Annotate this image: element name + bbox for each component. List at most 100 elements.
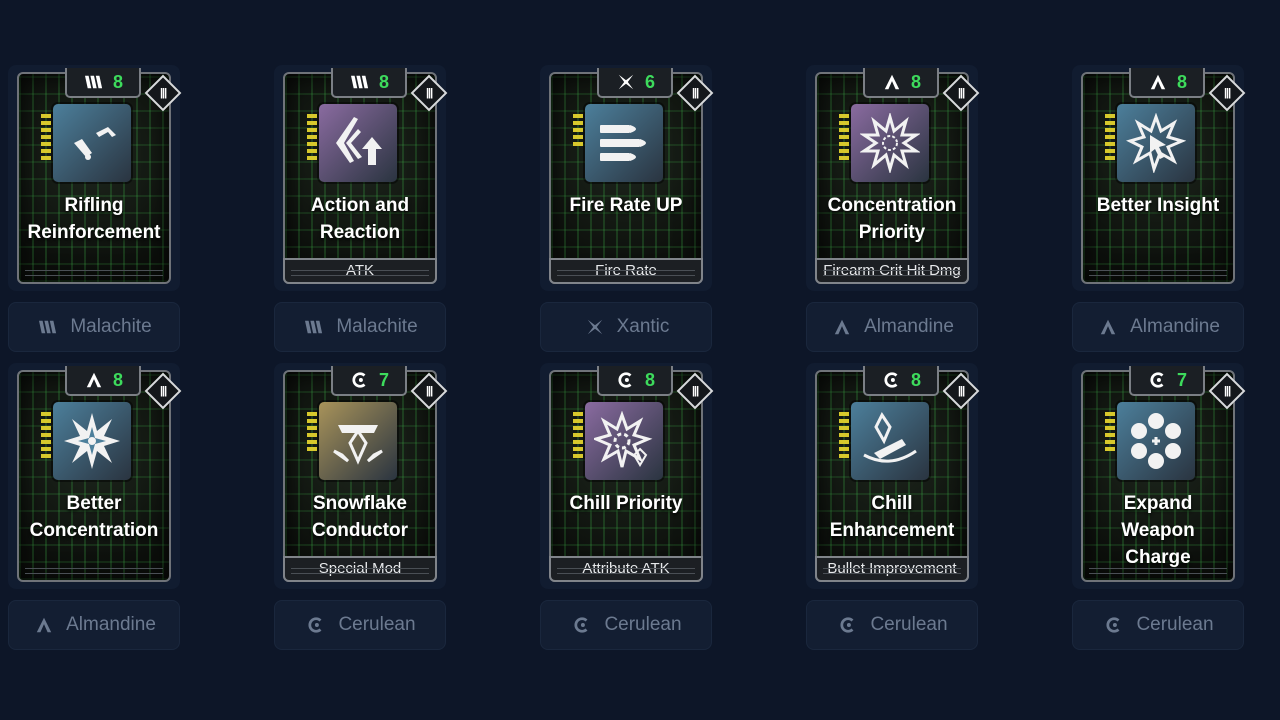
capacity-bar (573, 412, 583, 416)
mod-card-frame: 7 ||| Snowflake Conductor Special Mod (274, 363, 448, 589)
capacity-bar (1105, 149, 1115, 153)
capacity-bars (1105, 114, 1115, 163)
capacity-bar (41, 426, 51, 430)
capacity-bar (41, 135, 51, 139)
mod-card-frame: 8 ||| Concentration Priority Firearm Cri… (806, 65, 980, 291)
capacity-bar (839, 454, 849, 458)
mod-name: Snowflake Conductor (311, 493, 409, 541)
mod-type-label[interactable]: Cerulean (806, 600, 978, 650)
capacity-bar (1105, 419, 1115, 423)
cost-value: 8 (112, 71, 123, 92)
capacity-bar (573, 433, 583, 437)
mod-subtag: ATK (283, 258, 437, 284)
mod-slot: 8 ||| Rifling Reinforcement Malachite (8, 65, 182, 352)
type-label: Malachite (70, 316, 152, 337)
cerulean-icon (570, 615, 594, 635)
mod-slot: 8 ||| Better Insight Almandine (1072, 65, 1246, 352)
mod-slot: 8 ||| Chill Priority Attribute ATK Cerul… (540, 363, 714, 650)
capacity-bar (839, 156, 849, 160)
chill-burst-icon (585, 402, 663, 480)
cost-value: 8 (910, 369, 921, 390)
polarity-diamond-icon: ||| (942, 74, 980, 112)
mod-card[interactable]: 8 ||| Better Concentration (17, 366, 182, 582)
capacity-bars (573, 412, 583, 461)
capacity-bar (839, 412, 849, 416)
capacity-bar (573, 419, 583, 423)
mod-card-frame: 8 ||| Better Concentration (8, 363, 182, 589)
mod-card-frame: 8 ||| Better Insight (1072, 65, 1246, 291)
type-label: Cerulean (604, 614, 682, 635)
capacity-bar (1105, 121, 1115, 125)
mod-card-frame: 6 ||| Fire Rate UP Fire Rate (540, 65, 714, 291)
mod-slot: 7 ||| Snowflake Conductor Special Mod Ce… (274, 363, 448, 650)
capacity-bar (839, 135, 849, 139)
capacity-bar (41, 142, 51, 146)
cost-tab: 7 (1129, 366, 1205, 396)
capacity-bars (839, 114, 849, 163)
mod-type-label[interactable]: Cerulean (274, 600, 446, 650)
capacity-bar (1105, 447, 1115, 451)
capacity-bar (1105, 412, 1115, 416)
mod-slot: 8 ||| Better Concentration Almandine (8, 363, 182, 650)
mod-type-label[interactable]: Almandine (806, 302, 978, 352)
type-label: Cerulean (338, 614, 416, 635)
capacity-bars (839, 412, 849, 461)
capacity-bar (1105, 440, 1115, 444)
mod-name: Chill Enhancement (829, 493, 955, 541)
mod-card[interactable]: 8 ||| Chill Enhancement Bullet Improveme… (815, 366, 980, 582)
capacity-bar (1105, 142, 1115, 146)
mod-subtag: Fire Rate (549, 258, 703, 284)
cost-tab: 8 (65, 366, 141, 396)
capacity-bars (573, 114, 583, 149)
crystal-bullet-icon (851, 402, 929, 480)
almandine-icon (830, 317, 854, 337)
mod-card-frame: 8 ||| Chill Enhancement Bullet Improveme… (806, 363, 980, 589)
capacity-bar (41, 447, 51, 451)
mod-type-label[interactable]: Malachite (274, 302, 446, 352)
mod-card-frame: 7 ||| Expand Weapon Charge (1072, 363, 1246, 589)
almandine-icon (881, 73, 903, 91)
mod-type-label[interactable]: Xantic (540, 302, 712, 352)
capacity-bar (307, 121, 317, 125)
mod-slot: 8 ||| Chill Enhancement Bullet Improveme… (806, 363, 980, 650)
almandine-icon (32, 615, 56, 635)
capacity-bar (839, 114, 849, 118)
polarity-diamond-icon: ||| (144, 74, 182, 112)
capacity-bar (307, 440, 317, 444)
capacity-bar (839, 149, 849, 153)
mod-type-label[interactable]: Almandine (8, 600, 180, 650)
polarity-diamond-icon: ||| (1208, 372, 1246, 410)
mod-type-label[interactable]: Malachite (8, 302, 180, 352)
cerulean-icon (836, 615, 860, 635)
capacity-bar (307, 149, 317, 153)
mod-card[interactable]: 8 ||| Better Insight (1081, 68, 1246, 284)
mod-subtag: Special Mod (283, 556, 437, 582)
mod-type-label[interactable]: Cerulean (540, 600, 712, 650)
cerulean-icon (304, 615, 328, 635)
capacity-bar (307, 128, 317, 132)
capacity-bar (41, 433, 51, 437)
mod-card[interactable]: 8 ||| Action and Reaction ATK (283, 68, 448, 284)
xantic-icon (583, 317, 607, 337)
mod-card[interactable]: 8 ||| Chill Priority Attribute ATK (549, 366, 714, 582)
polarity-diamond-icon: ||| (1208, 74, 1246, 112)
capacity-bars (1105, 412, 1115, 454)
cost-tab: 8 (863, 68, 939, 98)
cursor-burst-icon (1117, 104, 1195, 182)
mod-card[interactable]: 7 ||| Expand Weapon Charge (1081, 366, 1246, 582)
mod-card[interactable]: 8 ||| Rifling Reinforcement (17, 68, 182, 284)
mod-card[interactable]: 7 ||| Snowflake Conductor Special Mod (283, 366, 448, 582)
mod-type-label[interactable]: Cerulean (1072, 600, 1244, 650)
mod-card[interactable]: 6 ||| Fire Rate UP Fire Rate (549, 68, 714, 284)
polarity-diamond-icon: ||| (144, 372, 182, 410)
capacity-bar (1105, 426, 1115, 430)
mod-card[interactable]: 8 ||| Concentration Priority Firearm Cri… (815, 68, 980, 284)
mod-type-label[interactable]: Almandine (1072, 302, 1244, 352)
snowflake-crystal-icon (319, 402, 397, 480)
capacity-bar (573, 135, 583, 139)
almandine-icon (83, 371, 105, 389)
mod-name: Chill Priority (569, 493, 683, 514)
revolver-cylinder-icon (1117, 402, 1195, 480)
malachite-icon (83, 73, 105, 91)
type-label: Cerulean (870, 614, 948, 635)
